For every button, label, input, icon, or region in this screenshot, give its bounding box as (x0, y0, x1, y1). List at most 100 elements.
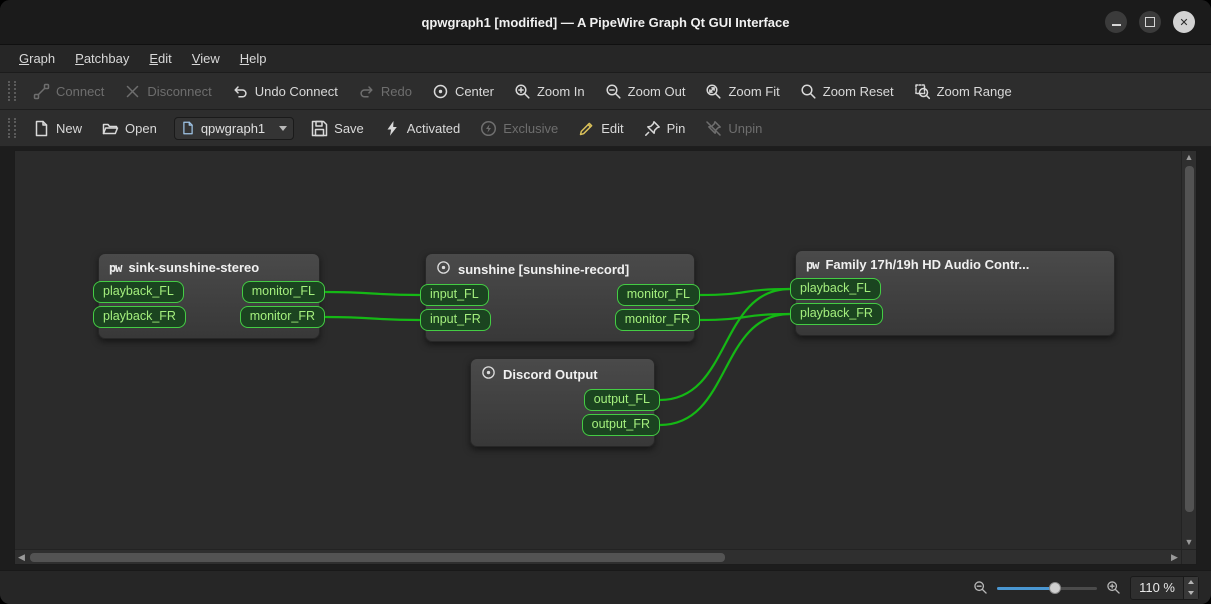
undo-connect-button[interactable]: Undo Connect (223, 78, 347, 105)
session-combobox-value: qpwgraph1 (201, 121, 265, 136)
pipewire-icon: pw (806, 257, 818, 272)
toolbar-file: New Open qpwgraph1 Save Activated Exclus… (0, 110, 1211, 147)
port-playback_FR[interactable]: playback_FR (93, 306, 186, 328)
port-input_FL[interactable]: input_FL (420, 284, 489, 306)
toolbar-handle[interactable] (8, 81, 16, 101)
connection-wire[interactable] (325, 292, 420, 295)
port-monitor_FL[interactable]: monitor_FL (617, 284, 700, 306)
zoom-fit-icon (705, 83, 722, 100)
graph-node-discord[interactable]: Discord Outputoutput_FLoutput_FR (470, 358, 655, 447)
edit-pencil-icon (578, 120, 595, 137)
connection-wire[interactable] (700, 289, 790, 295)
zoom-out-mini-icon[interactable] (973, 580, 988, 595)
menu-view[interactable]: View (183, 48, 229, 69)
menu-graph[interactable]: Graph (10, 48, 64, 69)
exclusive-button[interactable]: Exclusive (471, 115, 567, 142)
maximize-button[interactable] (1139, 11, 1161, 33)
port-playback_FR[interactable]: playback_FR (790, 303, 883, 325)
zoom-reset-button[interactable]: Zoom Reset (791, 78, 903, 105)
vertical-scroll-track[interactable] (1182, 164, 1196, 536)
activated-button[interactable]: Activated (375, 115, 469, 142)
center-button[interactable]: Center (423, 78, 503, 105)
window-controls (1105, 0, 1195, 44)
zoom-spin-down-button[interactable] (1184, 588, 1198, 599)
zoom-out-icon (605, 83, 622, 100)
port-monitor_FL[interactable]: monitor_FL (242, 281, 325, 303)
zoom-in-mini-icon[interactable] (1106, 580, 1121, 595)
zoom-reset-icon (800, 83, 817, 100)
zoom-slider-fill (997, 587, 1055, 590)
zoom-fit-button[interactable]: Zoom Fit (696, 78, 788, 105)
center-icon (432, 83, 449, 100)
menu-help[interactable]: Help (231, 48, 276, 69)
connection-wire[interactable] (700, 314, 790, 320)
unpin-button[interactable]: Unpin (696, 115, 771, 142)
new-file-icon (33, 120, 50, 137)
connect-icon (33, 83, 50, 100)
close-button[interactable] (1173, 11, 1195, 33)
connection-wire[interactable] (325, 317, 420, 320)
horizontal-scroll-thumb[interactable] (30, 553, 725, 562)
port-playback_FL[interactable]: playback_FL (790, 278, 881, 300)
session-combobox[interactable]: qpwgraph1 (174, 117, 294, 140)
menu-patchbay[interactable]: Patchbay (66, 48, 138, 69)
undo-icon (232, 83, 249, 100)
horizontal-scroll-track[interactable] (28, 550, 1168, 564)
toolbar-main: Connect Disconnect Undo Connect Redo Cen… (0, 73, 1211, 110)
redo-button[interactable]: Redo (349, 78, 421, 105)
menubar: Graph Patchbay Edit View Help (0, 45, 1211, 73)
pipewire-icon: pw (109, 260, 121, 275)
new-button[interactable]: New (24, 115, 91, 142)
zoom-value[interactable]: 110 % (1131, 577, 1183, 599)
zoom-spinbox[interactable]: 110 % (1130, 576, 1199, 600)
node-title: Discord Output (503, 367, 598, 382)
port-input_FR[interactable]: input_FR (420, 309, 491, 331)
activated-bolt-icon (384, 120, 401, 137)
port-monitor_FR[interactable]: monitor_FR (240, 306, 325, 328)
zoom-slider[interactable] (997, 580, 1097, 596)
zoom-in-button[interactable]: Zoom In (505, 78, 594, 105)
port-output_FL[interactable]: output_FL (584, 389, 660, 411)
scrollbar-corner (1181, 549, 1196, 564)
zoom-out-button[interactable]: Zoom Out (596, 78, 695, 105)
scroll-down-button[interactable]: ▼ (1183, 536, 1196, 549)
port-playback_FL[interactable]: playback_FL (93, 281, 184, 303)
redo-icon (358, 83, 375, 100)
vertical-scroll-thumb[interactable] (1185, 166, 1194, 512)
unpin-icon (705, 120, 722, 137)
scroll-up-button[interactable]: ▲ (1183, 151, 1196, 164)
graph-canvas[interactable]: pwsink-sunshine-stereoplayback_FLmonitor… (15, 151, 1181, 549)
zoom-slider-handle[interactable] (1049, 582, 1061, 594)
zoom-range-button[interactable]: Zoom Range (905, 78, 1021, 105)
scroll-left-button[interactable]: ◀ (15, 551, 28, 564)
port-monitor_FR[interactable]: monitor_FR (615, 309, 700, 331)
graph-view: pwsink-sunshine-stereoplayback_FLmonitor… (14, 150, 1197, 565)
zoom-spin-up-button[interactable] (1184, 577, 1198, 588)
edit-button[interactable]: Edit (569, 115, 632, 142)
file-icon (181, 121, 195, 135)
vertical-scrollbar[interactable]: ▲ ▼ (1181, 151, 1196, 549)
toolbar-handle[interactable] (8, 118, 16, 138)
open-button[interactable]: Open (93, 115, 166, 142)
disconnect-icon (124, 83, 141, 100)
graph-node-sink[interactable]: pwsink-sunshine-stereoplayback_FLmonitor… (98, 253, 320, 339)
port-output_FR[interactable]: output_FR (582, 414, 660, 436)
open-folder-icon (102, 120, 119, 137)
graph-node-sunshine[interactable]: sunshine [sunshine-record]input_FLmonito… (425, 253, 695, 342)
graph-node-family[interactable]: pwFamily 17h/19h HD Audio Contr...playba… (795, 250, 1115, 336)
connect-button[interactable]: Connect (24, 78, 113, 105)
chevron-down-icon (279, 126, 287, 131)
stream-icon (481, 365, 496, 383)
zoom-slider-track[interactable] (997, 587, 1097, 590)
stream-icon (436, 260, 451, 278)
zoom-in-icon (514, 83, 531, 100)
menu-edit[interactable]: Edit (140, 48, 180, 69)
pin-button[interactable]: Pin (635, 115, 695, 142)
scroll-right-button[interactable]: ▶ (1168, 551, 1181, 564)
horizontal-scrollbar[interactable]: ◀ ▶ (15, 549, 1181, 564)
node-title: sunshine [sunshine-record] (458, 262, 629, 277)
titlebar[interactable]: qpwgraph1 [modified] — A PipeWire Graph … (0, 0, 1211, 45)
minimize-button[interactable] (1105, 11, 1127, 33)
disconnect-button[interactable]: Disconnect (115, 78, 220, 105)
save-button[interactable]: Save (302, 115, 373, 142)
